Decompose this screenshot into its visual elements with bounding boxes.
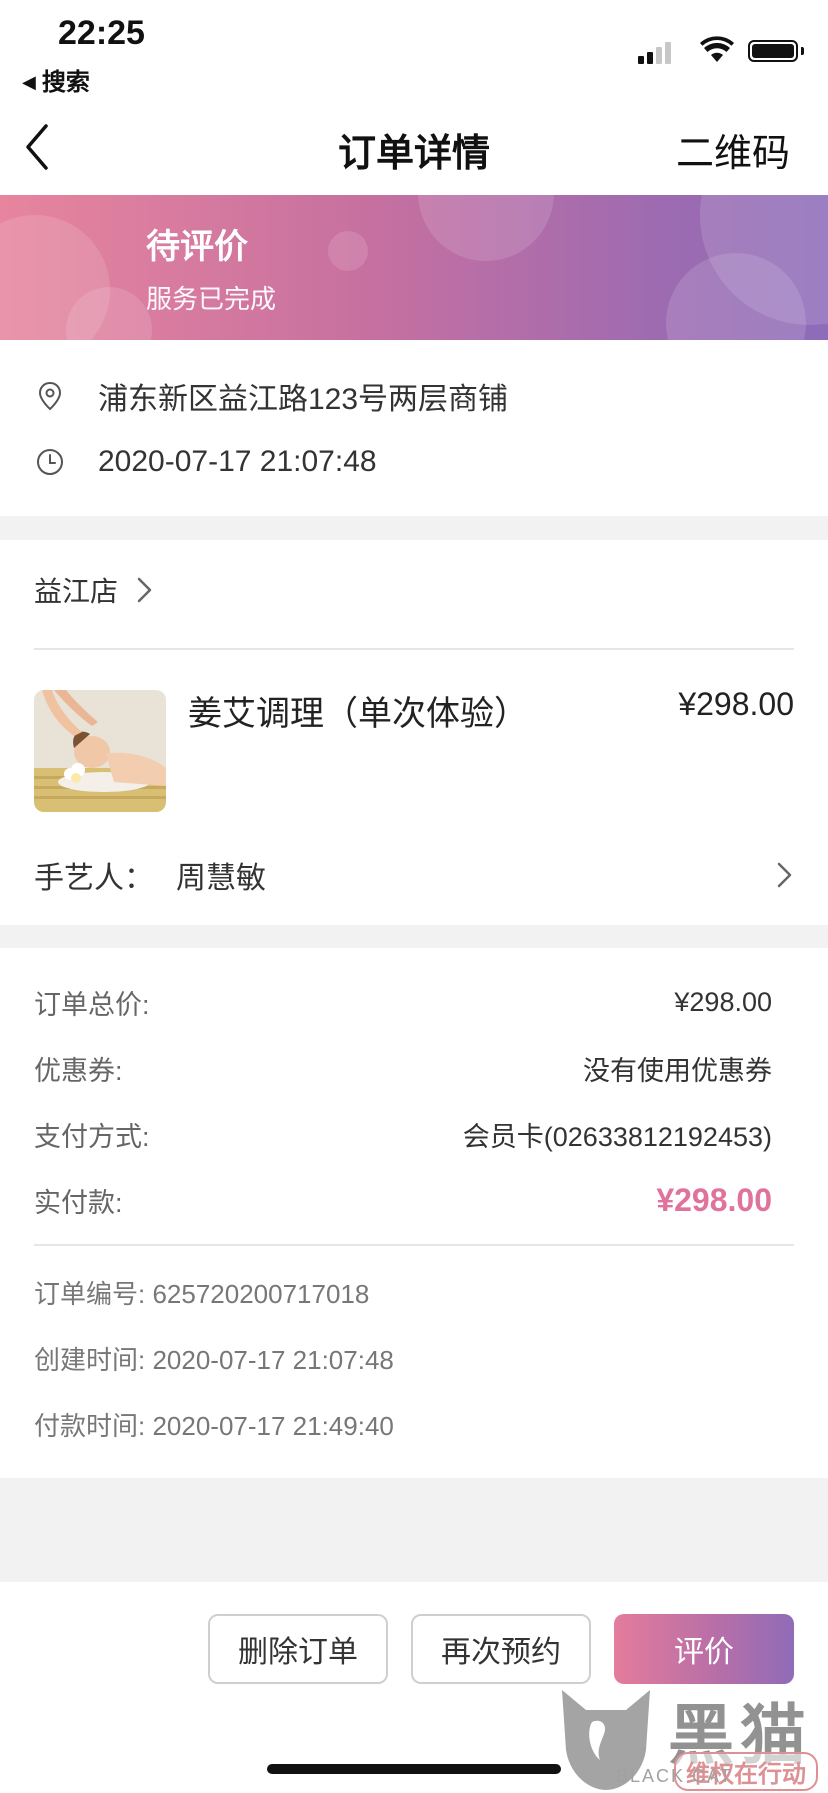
chevron-right-icon xyxy=(137,577,152,603)
rebook-button[interactable]: 再次预约 xyxy=(411,1614,591,1684)
service-name: 姜艾调理（单次体验） xyxy=(188,695,528,733)
order-total-value: ¥298.00 xyxy=(674,986,772,1017)
payment-method-row: 支付方式: 会员卡(02633812192453) xyxy=(34,1114,772,1154)
payment-card: 订单总价: ¥298.00 优惠券: 没有使用优惠券 支付方式: 会员卡(026… xyxy=(0,948,828,1478)
back-app-label: 搜索 xyxy=(41,69,90,96)
order-substatus: 服务已完成 xyxy=(146,284,277,314)
appointment-time: 2020-07-17 21:07:48 xyxy=(98,445,377,478)
order-status-banner: 待评价 服务已完成 xyxy=(0,195,828,340)
address-row: 浦东新区益江路123号两层商铺 xyxy=(34,376,508,416)
status-time: 22:25 xyxy=(58,14,145,52)
created-time: 创建时间: 2020-07-17 21:07:48 xyxy=(34,1345,394,1375)
location-card: 浦东新区益江路123号两层商铺 2020-07-17 21:07:48 xyxy=(0,340,828,516)
bottom-action-bar: 删除订单 再次预约 评价 xyxy=(0,1582,828,1793)
qr-code-button[interactable]: 二维码 xyxy=(676,122,790,177)
clock-icon xyxy=(37,449,63,475)
location-pin-icon xyxy=(38,381,62,411)
coupon-value: 没有使用优惠券 xyxy=(583,1055,772,1086)
coupon-row: 优惠券: 没有使用优惠券 xyxy=(34,1048,772,1088)
technician-row[interactable]: 手艺人： 周慧敏 xyxy=(34,850,794,900)
coupon-label: 优惠券: xyxy=(34,1055,123,1086)
status-icons xyxy=(638,36,804,64)
store-address: 浦东新区益江路123号两层商铺 xyxy=(98,383,509,416)
order-total-label: 订单总价: xyxy=(34,989,150,1020)
divider xyxy=(34,1244,794,1246)
delete-order-button[interactable]: 删除订单 xyxy=(208,1614,388,1684)
back-to-app-link[interactable]: ◀ 搜索 xyxy=(22,62,90,97)
review-button[interactable]: 评价 xyxy=(614,1614,794,1684)
payment-method-value: 会员卡(02633812192453) xyxy=(462,1121,772,1152)
back-triangle-icon: ◀ xyxy=(22,72,36,92)
wifi-icon xyxy=(700,36,734,62)
payment-method-label: 支付方式: xyxy=(34,1121,150,1152)
technician-name: 周慧敏 xyxy=(176,862,266,895)
divider xyxy=(34,648,794,650)
service-thumbnail xyxy=(34,690,166,812)
chevron-right-icon xyxy=(777,862,792,888)
payment-time: 付款时间: 2020-07-17 21:49:40 xyxy=(34,1411,394,1441)
home-indicator[interactable] xyxy=(267,1764,561,1774)
service-card: 益江店 姜艾调理（单次体验） ¥298.00 手艺人： 周慧敏 xyxy=(0,540,828,925)
amount-paid-value: ¥298.00 xyxy=(656,1181,772,1218)
amount-paid-label: 实付款: xyxy=(34,1187,123,1218)
nav-bar: 订单详情 二维码 xyxy=(0,100,828,195)
amount-paid-row: 实付款: ¥298.00 xyxy=(34,1180,772,1220)
shop-name: 益江店 xyxy=(34,576,119,607)
shop-link[interactable]: 益江店 xyxy=(34,570,154,610)
status-bar: 22:25 ◀ 搜索 xyxy=(0,0,828,100)
order-number: 订单编号: 625720200717018 xyxy=(34,1279,370,1309)
battery-icon xyxy=(748,40,798,62)
service-price: ¥298.00 xyxy=(678,686,794,722)
order-total-row: 订单总价: ¥298.00 xyxy=(34,982,772,1022)
order-status: 待评价 xyxy=(146,228,248,266)
appointment-time-row: 2020-07-17 21:07:48 xyxy=(34,442,377,482)
technician-label: 手艺人： xyxy=(34,862,154,895)
